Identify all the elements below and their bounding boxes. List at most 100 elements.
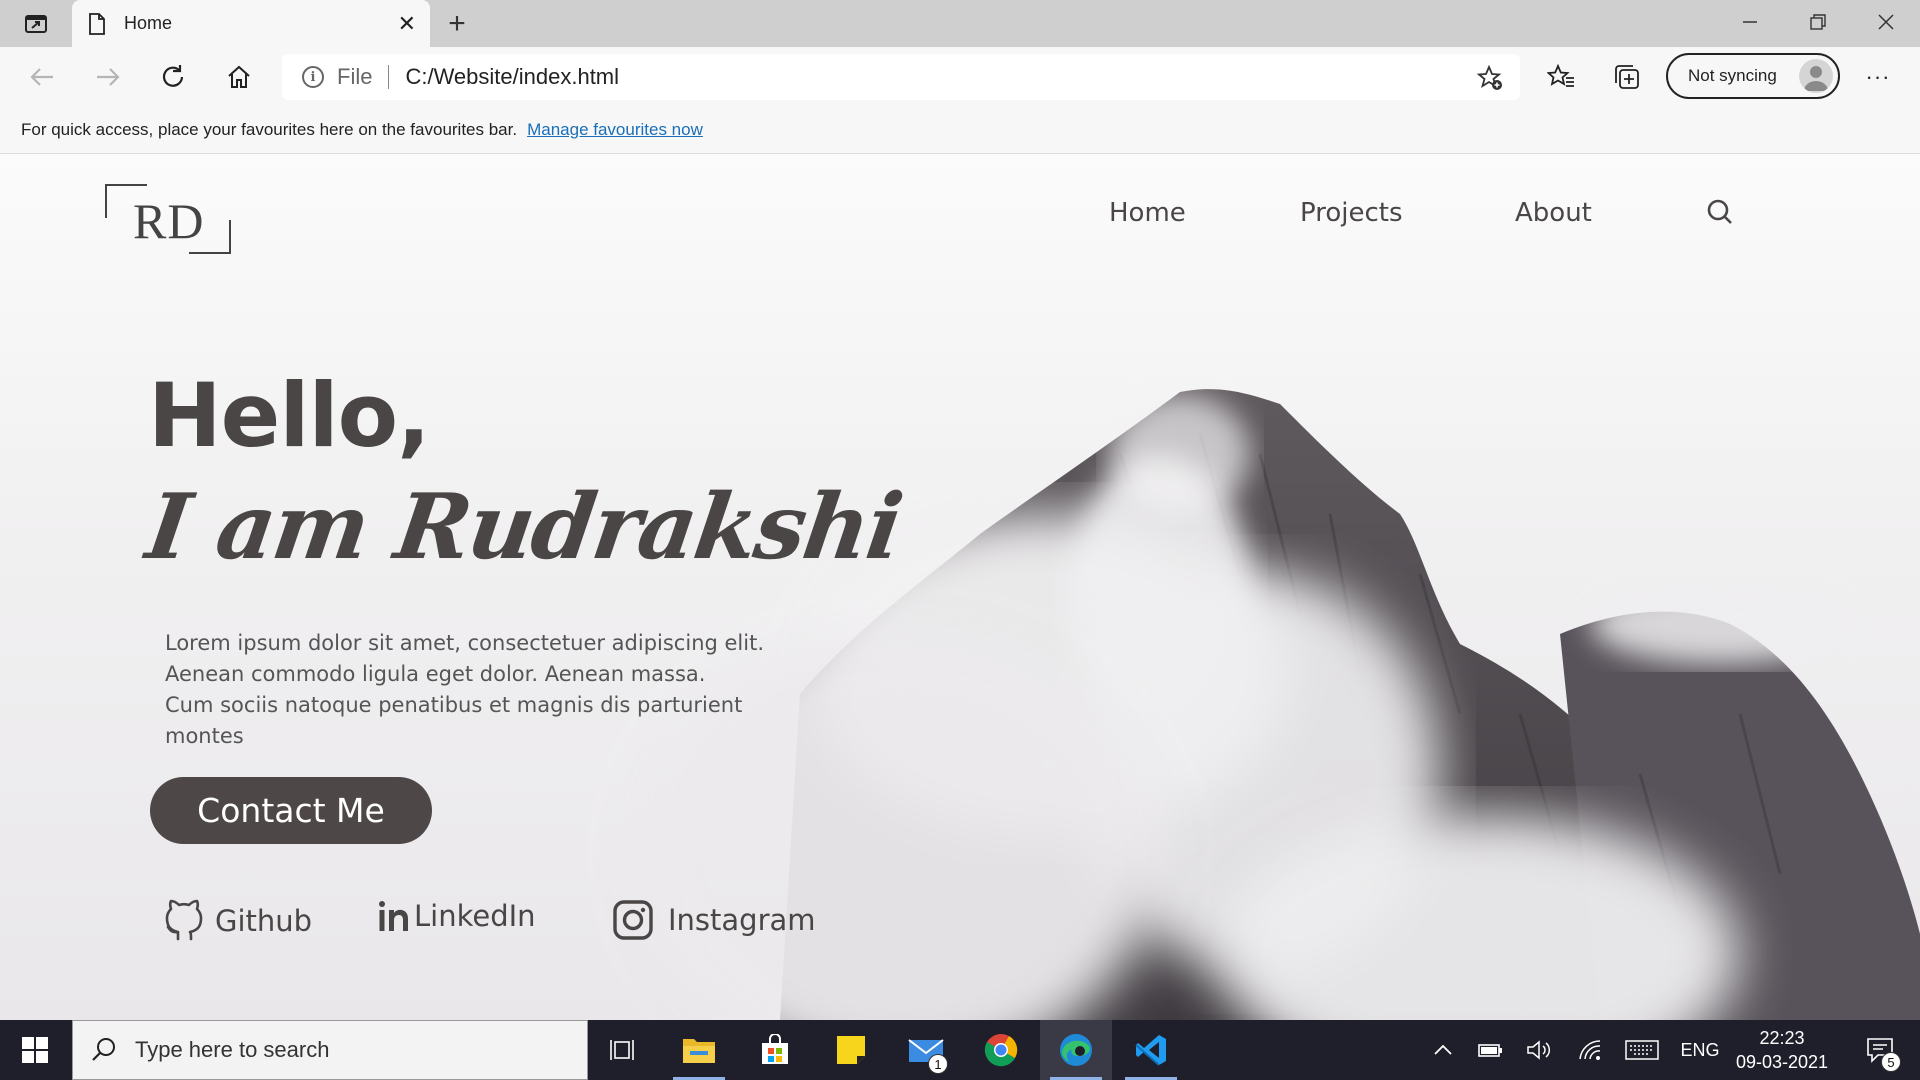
tab-actions-button[interactable] — [14, 10, 58, 38]
taskbar-vscode[interactable] — [1115, 1020, 1187, 1080]
clock-date: 09-03-2021 — [1735, 1052, 1829, 1072]
refresh-icon — [162, 65, 184, 87]
close-icon — [1878, 14, 1894, 30]
url-text[interactable]: C:/Website/index.html — [405, 64, 619, 90]
taskbar-search-placeholder: Type here to search — [135, 1037, 330, 1062]
address-scheme-label: File — [337, 64, 373, 89]
keyboard-icon — [1625, 1040, 1659, 1060]
favourites-button[interactable] — [1541, 57, 1581, 97]
github-icon — [165, 899, 203, 941]
back-arrow-icon — [30, 68, 53, 86]
collections-icon — [1615, 65, 1639, 89]
favourites-bar: For quick access, place your favourites … — [0, 107, 1920, 154]
page-icon — [89, 12, 105, 35]
hero-name: I am Rudrakshi — [140, 474, 908, 580]
social-link-instagram[interactable]: Instagram — [612, 899, 816, 941]
show-hidden-icons-button[interactable] — [1426, 1020, 1460, 1080]
forward-arrow-icon — [97, 68, 120, 86]
favourites-list-icon — [1547, 64, 1574, 87]
site-info-icon[interactable]: i — [302, 66, 324, 88]
task-view-button[interactable] — [588, 1020, 660, 1080]
profile-sync-button[interactable]: Not syncing — [1666, 53, 1840, 99]
new-tab-button[interactable]: + — [440, 7, 474, 40]
clock-time: 22:23 — [1759, 1028, 1805, 1048]
intro-line: montes — [165, 724, 244, 748]
profile-avatar-icon — [1799, 59, 1833, 93]
speaker-icon — [1527, 1040, 1551, 1060]
battery-icon — [1478, 1044, 1502, 1057]
taskbar-file-explorer[interactable] — [663, 1020, 735, 1080]
home-button[interactable] — [219, 57, 259, 97]
linkedin-icon — [379, 901, 408, 931]
logo-corner-bottom-right — [189, 220, 231, 254]
browser-tab-home[interactable]: Home ✕ — [72, 0, 430, 47]
taskbar-search-box[interactable]: Type here to search — [72, 1020, 588, 1080]
intro-line: Aenean commodo ligula eget dolor. Aenean… — [165, 662, 706, 686]
forward-button[interactable] — [88, 57, 128, 97]
back-button[interactable] — [22, 57, 62, 97]
battery-button[interactable] — [1474, 1020, 1508, 1080]
add-favourite-button[interactable] — [1476, 64, 1504, 97]
start-button[interactable] — [0, 1020, 70, 1080]
taskbar-edge[interactable] — [1040, 1020, 1112, 1080]
network-button[interactable] — [1573, 1020, 1607, 1080]
taskbar-clock[interactable]: 22:23 09-03-2021 — [1730, 1026, 1834, 1074]
mail-badge: 1 — [928, 1054, 948, 1074]
sticky-notes-icon — [837, 1036, 865, 1064]
social-label: LinkedIn — [414, 899, 536, 933]
intro-line: Cum sociis natoque penatibus et magnis d… — [165, 693, 743, 717]
social-label: Github — [215, 904, 313, 938]
window-controls — [1716, 0, 1920, 47]
nav-link-projects[interactable]: Projects — [1300, 198, 1403, 228]
collections-button[interactable] — [1607, 57, 1647, 97]
taskbar-chrome[interactable] — [965, 1020, 1037, 1080]
site-logo[interactable]: RD — [105, 184, 231, 254]
nav-link-about[interactable]: About — [1515, 198, 1592, 228]
windows-logo-icon — [22, 1037, 48, 1063]
notifications-badge: 5 — [1881, 1052, 1901, 1072]
edge-icon — [1060, 1034, 1092, 1066]
store-bag-icon — [762, 1034, 788, 1064]
close-window-button[interactable] — [1852, 0, 1920, 44]
vscode-icon — [1135, 1035, 1166, 1066]
social-label: Instagram — [668, 903, 816, 937]
hero-greeting: Hello, — [148, 364, 431, 467]
volume-button[interactable] — [1522, 1020, 1556, 1080]
restore-button[interactable] — [1784, 0, 1852, 44]
settings-more-button[interactable]: ··· — [1858, 57, 1898, 97]
instagram-icon — [613, 900, 653, 940]
language-indicator[interactable]: ENG — [1678, 1020, 1722, 1080]
social-link-github[interactable]: Github — [163, 899, 312, 943]
mountain-background-image — [640, 389, 1920, 1020]
taskbar-mail[interactable]: 1 — [890, 1020, 962, 1080]
manage-favourites-link[interactable]: Manage favourites now — [527, 120, 703, 140]
taskbar-store[interactable] — [739, 1020, 811, 1080]
taskbar-sticky-notes[interactable] — [815, 1020, 887, 1080]
tab-actions-icon — [25, 15, 47, 33]
intro-line: Lorem ipsum dolor sit amet, consectetuer… — [165, 631, 765, 655]
refresh-button[interactable] — [153, 57, 193, 97]
nav-link-home[interactable]: Home — [1109, 198, 1186, 228]
contact-me-button[interactable]: Contact Me — [150, 777, 432, 844]
search-magnifier-icon — [92, 1038, 115, 1061]
task-view-icon — [610, 1040, 634, 1060]
favourites-bar-message: For quick access, place your favourites … — [21, 120, 518, 139]
restore-icon — [1810, 14, 1826, 30]
folder-icon — [683, 1039, 715, 1063]
tab-strip: Home ✕ + — [0, 0, 1920, 47]
action-center-button[interactable]: 5 — [1855, 1020, 1905, 1080]
tab-close-icon[interactable]: ✕ — [398, 12, 416, 35]
chrome-icon — [984, 1034, 1018, 1067]
address-separator — [388, 65, 390, 89]
wifi-icon — [1579, 1040, 1601, 1060]
address-bar[interactable]: i File C:/Website/index.html — [282, 54, 1520, 100]
tab-title: Home — [124, 13, 173, 33]
touch-keyboard-button[interactable] — [1622, 1020, 1662, 1080]
sync-status-label: Not syncing — [1688, 66, 1777, 85]
hero-intro: Lorem ipsum dolor sit amet, consectetuer… — [165, 628, 805, 752]
minimize-icon — [1743, 21, 1757, 23]
browser-toolbar: i File C:/Website/index.html Not syncing… — [0, 47, 1920, 107]
social-link-linkedin[interactable]: LinkedIn — [378, 899, 536, 933]
search-icon[interactable] — [1706, 198, 1734, 231]
minimize-button[interactable] — [1716, 0, 1784, 44]
